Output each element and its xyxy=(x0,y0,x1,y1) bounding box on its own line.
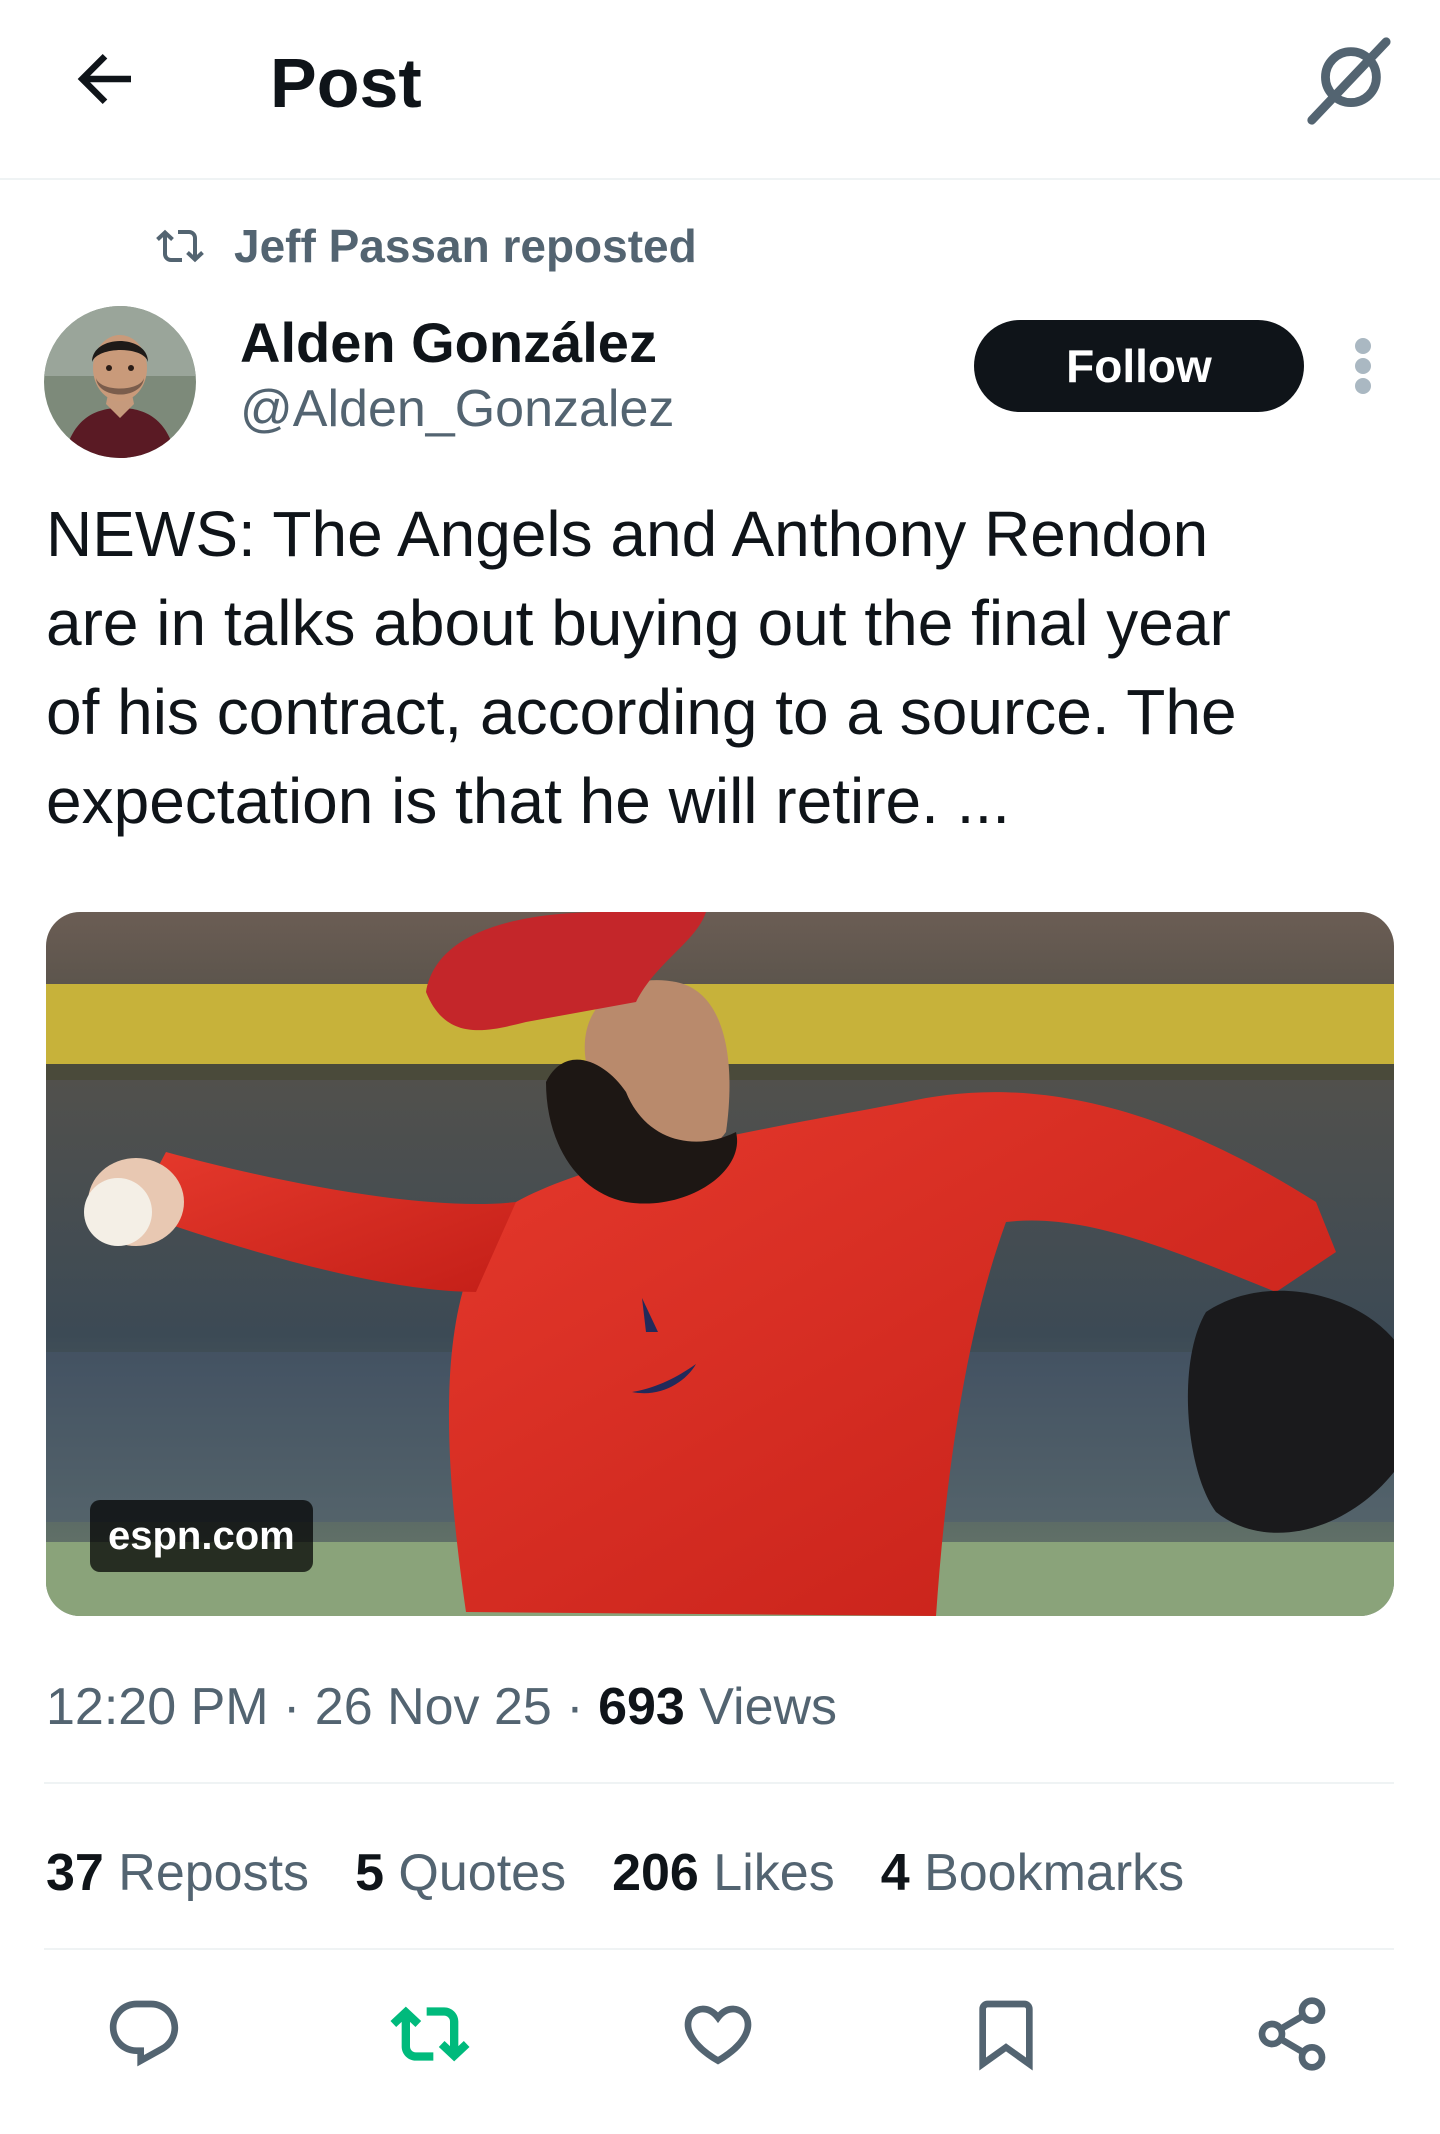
follow-button[interactable]: Follow xyxy=(974,320,1304,412)
engagement-stats: 37 Reposts 5 Quotes 206 Likes 4 Bookmark… xyxy=(46,1838,1230,1908)
divider xyxy=(44,1948,1394,1950)
action-bar xyxy=(0,1994,1440,2094)
repost-small-icon xyxy=(156,229,204,263)
meta-separator: · xyxy=(551,1678,599,1736)
stat-bookmarks[interactable]: 4 Bookmarks xyxy=(881,1838,1184,1908)
reply-icon[interactable] xyxy=(104,1994,184,2074)
top-bar: Post xyxy=(0,0,1440,180)
like-icon[interactable] xyxy=(678,1994,758,2074)
meta-separator: · xyxy=(268,1678,315,1736)
link-card-image[interactable]: espn.com xyxy=(46,912,1394,1616)
post-time: 12:20 PM xyxy=(46,1678,269,1736)
page-title: Post xyxy=(270,44,422,122)
views-label: Views xyxy=(684,1678,838,1736)
repost-icon[interactable] xyxy=(390,1994,470,2074)
post-meta: 12:20 PM · 26 Nov 25 · 693 Views xyxy=(46,1672,837,1742)
views-count[interactable]: 693 xyxy=(598,1678,685,1736)
repost-text: Jeff Passan reposted xyxy=(234,220,697,272)
author-name[interactable]: Alden González xyxy=(240,308,657,378)
grok-icon[interactable] xyxy=(1300,34,1394,128)
repost-indicator[interactable]: Jeff Passan reposted xyxy=(156,216,697,276)
stat-quotes[interactable]: 5 Quotes xyxy=(355,1838,566,1908)
stat-reposts[interactable]: 37 Reposts xyxy=(46,1838,309,1908)
share-icon[interactable] xyxy=(1252,1994,1332,2074)
stat-likes[interactable]: 206 Likes xyxy=(612,1838,835,1908)
divider xyxy=(44,1782,1394,1784)
link-source-badge: espn.com xyxy=(90,1500,313,1572)
post-date: 26 Nov 25 xyxy=(314,1678,552,1736)
avatar[interactable] xyxy=(44,306,196,458)
bookmark-icon[interactable] xyxy=(966,1994,1046,2074)
post-text: NEWS: The Angels and Anthony Rendon are … xyxy=(46,498,1237,837)
back-arrow-icon[interactable] xyxy=(66,40,144,118)
author-handle[interactable]: @Alden_Gonzalez xyxy=(240,376,674,442)
more-options-icon[interactable] xyxy=(1346,336,1380,396)
